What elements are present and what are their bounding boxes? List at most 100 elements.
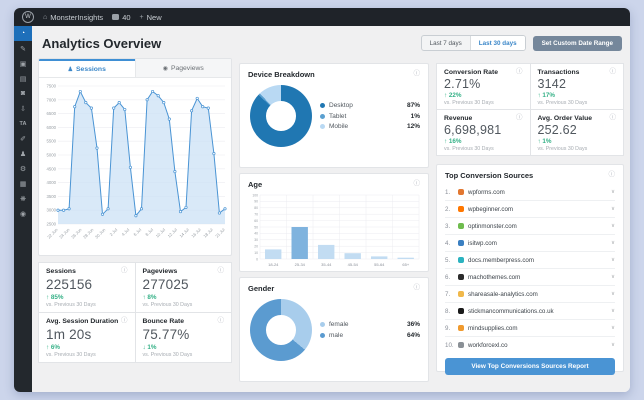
sidebar-item-appearance[interactable]: ✐ — [14, 131, 32, 146]
svg-text:2500: 2500 — [46, 222, 56, 227]
right-stats-grid: Conversion Rate ⓘ 2.71% ↑ 22% vs. Previous 3… — [436, 63, 624, 156]
last-30-days-button[interactable]: Last 30 days — [470, 36, 525, 50]
chevron-down-icon[interactable]: ∨ — [611, 223, 615, 229]
legend-row-tablet: Tablet 1% — [320, 113, 420, 120]
sidebar-item-downloads[interactable]: ⇩ — [14, 101, 32, 116]
chevron-down-icon[interactable]: ∨ — [611, 342, 615, 348]
sidebar-item-monsterinsights[interactable]: ❋ — [14, 191, 32, 206]
source-row-machothemes.com[interactable]: 6. machothemes.com ∨ — [445, 268, 615, 285]
svg-text:6 Jul: 6 Jul — [132, 227, 142, 237]
left-stats-grid: Sessions ⓘ 225156 ↑ 85% vs. Previous 30 Days… — [38, 262, 232, 363]
new-menu[interactable]: + New — [140, 13, 162, 22]
tools-icon: ⚙ — [19, 165, 27, 173]
set-custom-date-range-button[interactable]: Set Custom Date Range — [532, 35, 622, 51]
info-icon[interactable]: ⓘ — [610, 115, 617, 122]
stat-delta: ↑ 17% — [537, 92, 556, 99]
legend-label: female — [329, 321, 349, 329]
svg-text:25-34: 25-34 — [295, 262, 306, 267]
legend-row-mobile: Mobile 12% — [320, 123, 420, 130]
svg-text:60: 60 — [254, 219, 258, 223]
chevron-down-icon[interactable]: ∨ — [611, 189, 615, 195]
sidebar-item-comments[interactable]: ◙ — [14, 86, 32, 101]
info-icon[interactable]: ⓘ — [121, 318, 128, 325]
chevron-down-icon[interactable]: ∨ — [611, 274, 615, 280]
legend-percent: 12% — [406, 123, 420, 130]
sidebar-item-collapse[interactable]: ◉ — [14, 206, 32, 221]
chevron-down-icon[interactable]: ∨ — [611, 308, 615, 314]
source-rank: 9. — [445, 324, 451, 332]
source-row-optinmonster.com[interactable]: 3. optinmonster.com ∨ — [445, 217, 615, 234]
legend-dot-icon — [320, 332, 325, 338]
info-icon[interactable]: ⓘ — [610, 69, 617, 76]
legend-row-male: male 64% — [320, 332, 420, 339]
source-domain: shareasale-analytics.com — [468, 290, 538, 298]
sidebar-item-users[interactable]: ♟ — [14, 146, 32, 161]
svg-text:3500: 3500 — [46, 194, 56, 199]
collapse-icon: ◉ — [19, 210, 27, 218]
svg-text:12 Jul: 12 Jul — [167, 227, 178, 238]
stat-label: Avg. Order Value — [537, 115, 593, 122]
view-sources-report-button[interactable]: View Top Conversions Sources Report — [445, 358, 615, 375]
gender-panel: Gender ⓘ female 36% male 64% — [239, 277, 429, 382]
sidebar-item-pages[interactable]: ▤ — [14, 71, 32, 86]
info-icon[interactable]: ⓘ — [609, 172, 616, 179]
left-stat-card-pageviews: Pageviews ⓘ 277025 ↑ 8% vs. Previous 30 Days — [135, 263, 231, 312]
source-row-wpbeginner.com[interactable]: 2. wpbeginner.com ∨ — [445, 200, 615, 217]
svg-text:18-24: 18-24 — [268, 262, 279, 267]
chevron-down-icon[interactable]: ∨ — [611, 240, 615, 246]
info-icon[interactable]: ⓘ — [414, 71, 421, 78]
source-row-isitwp.com[interactable]: 4. isitwp.com ∨ — [445, 234, 615, 251]
source-row-mindsupplies.com[interactable]: 9. mindsupplies.com ∨ — [445, 319, 615, 336]
comments-icon: ◙ — [20, 90, 26, 97]
info-icon[interactable]: ⓘ — [516, 69, 523, 76]
info-icon[interactable]: ⓘ — [414, 285, 421, 292]
info-icon[interactable]: ⓘ — [516, 115, 523, 122]
source-row-workforcexl.co[interactable]: 10. workforcexl.co ∨ — [445, 336, 615, 353]
comments-menu[interactable]: 40 — [112, 13, 131, 22]
stat-note: vs. Previous 30 Days — [537, 146, 588, 152]
chevron-down-icon[interactable]: ∨ — [611, 206, 615, 212]
source-row-shareasale-analytics.com[interactable]: 7. shareasale-analytics.com ∨ — [445, 285, 615, 302]
chevron-down-icon[interactable]: ∨ — [611, 291, 615, 297]
last-7-days-button[interactable]: Last 7 days — [422, 36, 471, 50]
monsterinsights-icon: ❋ — [20, 195, 26, 203]
date-range-segmented: Last 7 days Last 30 days — [420, 35, 526, 51]
info-icon[interactable]: ⓘ — [121, 268, 128, 275]
wordpress-logo-icon[interactable]: W — [22, 11, 34, 23]
svg-text:100: 100 — [252, 193, 258, 197]
site-menu[interactable]: ⌂ MonsterInsights — [43, 13, 103, 22]
legend-percent: 64% — [406, 331, 420, 339]
tab-pageviews[interactable]: ◉ Pageviews — [134, 59, 231, 77]
svg-text:45-54: 45-54 — [348, 262, 359, 267]
source-rank: 6. — [445, 273, 451, 281]
source-row-docs.memberpress.com[interactable]: 5. docs.memberpress.com ∨ — [445, 251, 615, 268]
favicon-icon — [458, 274, 464, 280]
sidebar-item-ta-plugin[interactable]: TA — [14, 116, 32, 131]
info-icon[interactable]: ⓘ — [218, 318, 225, 325]
chevron-down-icon[interactable]: ∨ — [611, 325, 615, 331]
stat-label: Sessions — [46, 268, 76, 275]
sidebar-item-media[interactable]: ▣ — [14, 56, 32, 71]
stat-delta: ↑ 22% — [444, 92, 462, 99]
sidebar-item-posts[interactable]: ✎ — [14, 41, 32, 56]
favicon-icon — [458, 223, 464, 229]
source-rank: 7. — [445, 290, 451, 298]
legend-label: Tablet — [329, 112, 347, 120]
sidebar-item-tools[interactable]: ⚙ — [14, 161, 32, 176]
favicon-icon — [458, 240, 464, 246]
source-domain: isitwp.com — [468, 239, 497, 247]
tab-sessions[interactable]: ♟ Sessions — [39, 59, 135, 77]
sidebar-item-settings[interactable]: ▦ — [14, 176, 32, 191]
svg-text:5500: 5500 — [46, 139, 56, 144]
info-icon[interactable]: ⓘ — [414, 181, 421, 188]
stat-value: 6,698,981 — [444, 123, 502, 137]
info-icon[interactable]: ⓘ — [218, 268, 225, 275]
source-row-wpforms.com[interactable]: 1. wpforms.com ∨ — [445, 184, 615, 200]
source-row-stickmancommunications.co.uk[interactable]: 8. stickmancommunications.co.uk ∨ — [445, 302, 615, 319]
chevron-down-icon[interactable]: ∨ — [611, 257, 615, 263]
age-panel: Age ⓘ 0 10 20 30 40 50 60 70 80 90 100 18-24 25-34 35… — [239, 173, 429, 272]
pages-icon: ▤ — [19, 75, 27, 83]
sidebar-item-dashboard[interactable]: ◔ — [14, 26, 32, 41]
right-stat-card-transactions: Transactions ⓘ 3142 ↑ 17% vs. Previous 30 Da… — [530, 64, 623, 109]
svg-text:18 Jul: 18 Jul — [202, 227, 213, 238]
